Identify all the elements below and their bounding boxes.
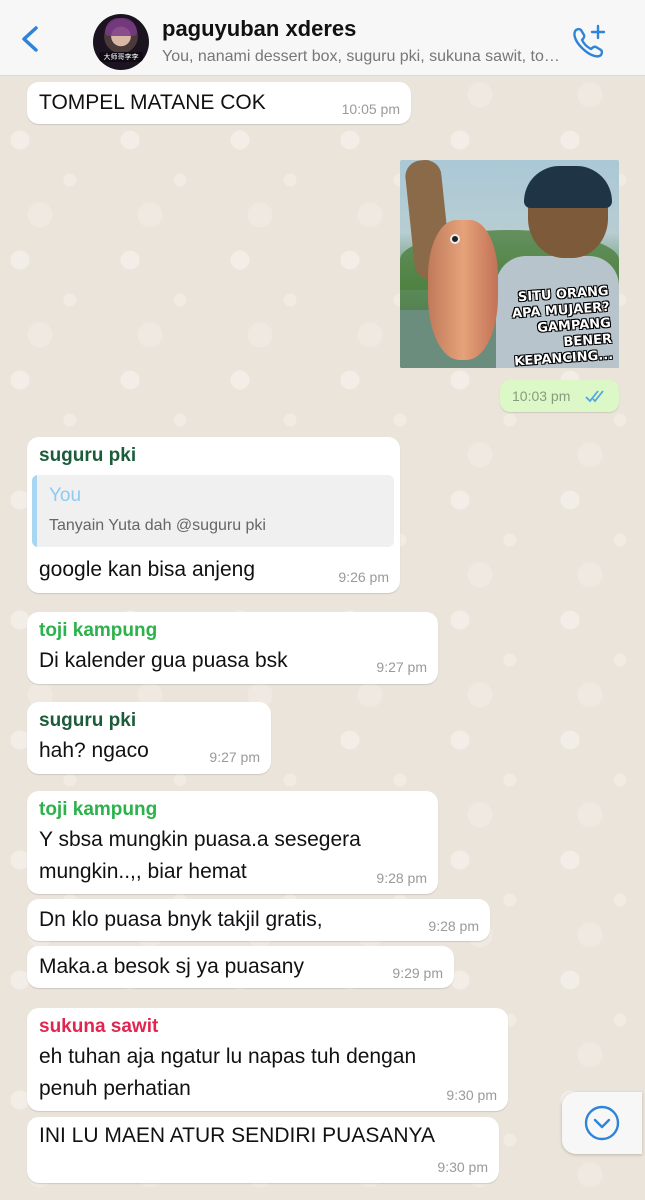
sender-name[interactable]: suguru pki [39, 445, 136, 467]
message-bubble[interactable]: toji kampung Y sbsa mungkin puasa.a sese… [27, 791, 438, 894]
message-time: 9:29 pm [392, 965, 443, 981]
message-time: 10:03 pm [512, 388, 571, 404]
message-bubble[interactable]: suguru pki hah? ngaco 9:27 pm [27, 702, 271, 774]
message-text: google kan bisa anjeng [39, 558, 256, 581]
message-text-line: mungkin..,, biar hemat [39, 860, 247, 883]
message-time: 9:28 pm [376, 870, 427, 886]
fish-image [428, 220, 498, 360]
chat-header: 大师哥李李 paguyuban xderes You, nanami desse… [0, 0, 645, 76]
message-bubble[interactable]: Dn klo puasa bnyk takjil gratis, 9:28 pm [27, 899, 490, 941]
message-bubble[interactable]: TOMPEL MATANE COK 10:05 pm [27, 82, 411, 124]
quote-author: You [49, 485, 82, 506]
back-button[interactable] [14, 22, 48, 56]
message-text: Maka.a besok sj ya puasany [39, 955, 304, 978]
message-text: hah? ngaco [39, 739, 149, 762]
quote-text: Tanyain Yuta dah @suguru pki [49, 517, 266, 534]
message-time: 9:26 pm [338, 569, 389, 585]
message-bubble[interactable]: toji kampung Di kalender gua puasa bsk 9… [27, 612, 438, 684]
group-members[interactable]: You, nanami dessert box, suguru pki, suk… [162, 48, 562, 66]
group-title[interactable]: paguyuban xderes [162, 16, 356, 42]
message-time: 9:30 pm [446, 1087, 497, 1103]
message-time: 9:27 pm [209, 749, 260, 765]
message-text-line: Y sbsa mungkin puasa.a sesegera [39, 828, 361, 851]
message-bubble[interactable]: sukuna sawit eh tuhan aja ngatur lu napa… [27, 1008, 508, 1111]
message-bubble[interactable]: suguru pki You Tanyain Yuta dah @suguru … [27, 437, 400, 593]
chevron-left-icon [22, 26, 38, 52]
message-text-line: penuh perhatian [39, 1077, 191, 1100]
sender-name[interactable]: toji kampung [39, 620, 157, 642]
add-call-button[interactable] [568, 22, 608, 62]
quoted-message[interactable]: You Tanyain Yuta dah @suguru pki [32, 475, 394, 547]
message-time: 10:05 pm [341, 101, 400, 117]
image-message[interactable]: SITU ORANG APA MUJAER? GAMPANG BENER KEP… [400, 160, 619, 368]
chevron-down-icon [584, 1105, 620, 1141]
group-avatar[interactable]: 大师哥李李 [93, 14, 149, 70]
message-text: Di kalender gua puasa bsk [39, 649, 288, 672]
image-caption: SITU ORANG APA MUJAER? GAMPANG BENER KEP… [511, 283, 614, 368]
phone-plus-icon [573, 24, 606, 58]
image-timestamp: 10:03 pm [500, 380, 619, 412]
read-ticks-icon [585, 390, 604, 403]
message-text: Dn klo puasa bnyk takjil gratis, [39, 908, 323, 931]
message-text: INI LU MAEN ATUR SENDIRI PUASANYA [39, 1124, 435, 1147]
message-bubble[interactable]: INI LU MAEN ATUR SENDIRI PUASANYA 9:30 p… [27, 1117, 499, 1183]
message-text: TOMPEL MATANE COK [39, 91, 266, 114]
message-text-line: eh tuhan aja ngatur lu napas tuh dengan [39, 1045, 417, 1068]
sender-name[interactable]: suguru pki [39, 710, 136, 732]
message-time: 9:27 pm [376, 659, 427, 675]
sender-name[interactable]: sukuna sawit [39, 1016, 158, 1038]
avatar-label: 大师哥李李 [103, 53, 139, 61]
sender-name[interactable]: toji kampung [39, 799, 157, 821]
message-bubble[interactable]: Maka.a besok sj ya puasany 9:29 pm [27, 946, 454, 988]
message-time: 9:30 pm [437, 1159, 488, 1175]
scroll-to-bottom-button[interactable] [562, 1092, 642, 1154]
message-time: 9:28 pm [428, 918, 479, 934]
